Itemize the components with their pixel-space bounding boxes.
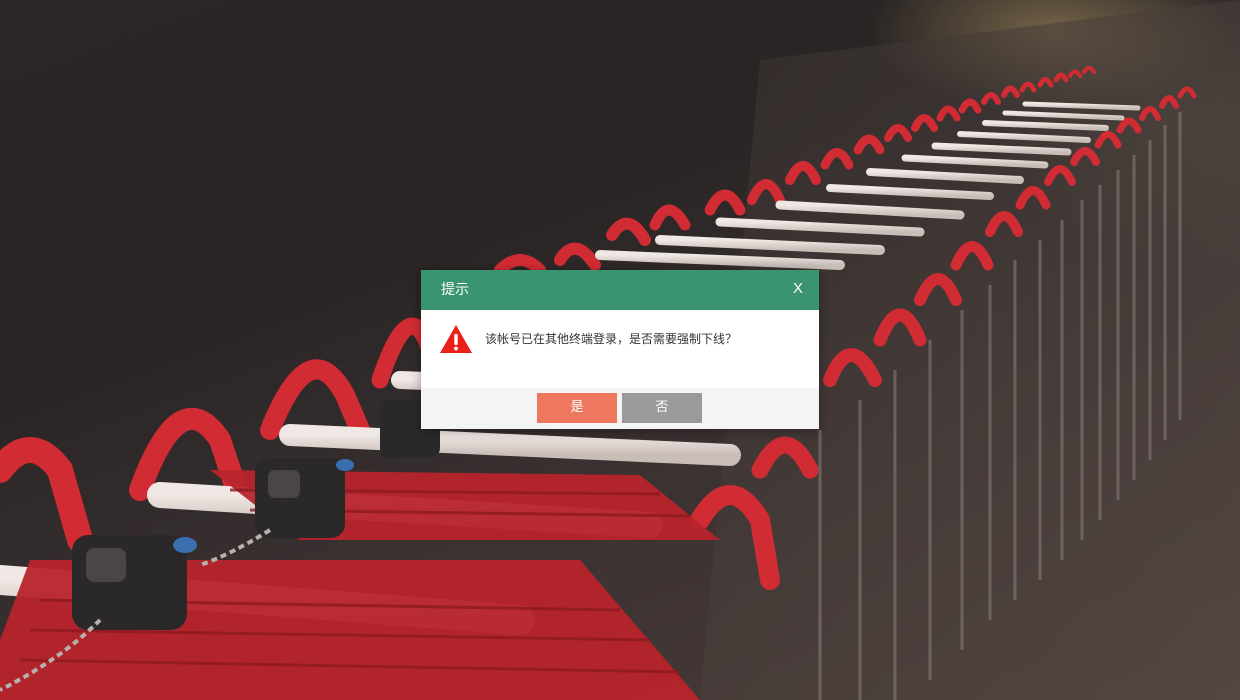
dialog-title: 提示 bbox=[441, 282, 469, 298]
force-logout-dialog: 提示 X 该帐号已在其他终端登录，是否需要强制下线？ 是 否 bbox=[421, 270, 819, 429]
dialog-message: 该帐号已在其他终端登录，是否需要强制下线？ bbox=[485, 332, 738, 346]
dialog-body: 该帐号已在其他终端登录，是否需要强制下线？ bbox=[421, 310, 819, 388]
dialog-header: 提示 X bbox=[421, 270, 819, 310]
dialog-footer: 是 否 bbox=[421, 388, 819, 429]
yes-button[interactable]: 是 bbox=[537, 393, 617, 423]
no-button[interactable]: 否 bbox=[622, 393, 702, 423]
close-button[interactable]: X bbox=[793, 280, 803, 298]
warning-icon bbox=[440, 325, 472, 353]
